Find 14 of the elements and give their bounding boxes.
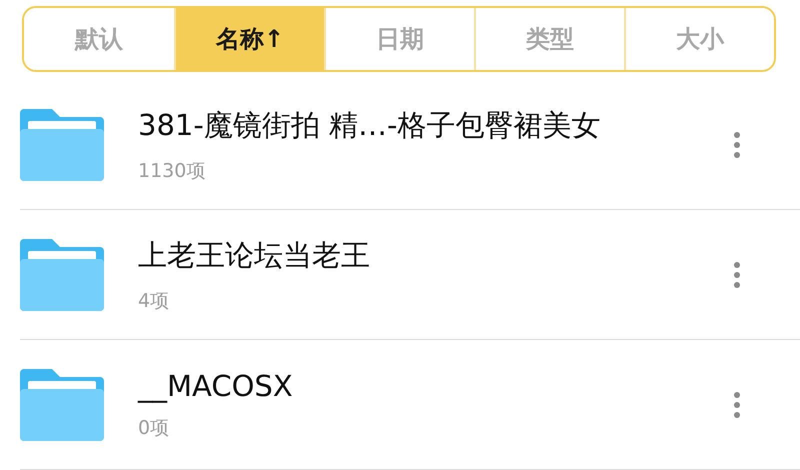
item-count: 1130项 (138, 158, 206, 184)
folder-icon (20, 108, 104, 180)
folder-name: 上老王论坛当老王 (138, 236, 371, 274)
more-icon[interactable] (733, 260, 741, 288)
folder-name: __MACOSX (138, 368, 294, 402)
sort-tab[interactable]: 大小 (624, 8, 774, 70)
more-icon[interactable] (733, 390, 741, 418)
item-count: 0项 (138, 416, 170, 440)
folder-icon (20, 238, 104, 310)
item-count: 4项 (138, 288, 170, 314)
sort-tab[interactable]: 名称↑ (174, 8, 324, 70)
folder-icon (20, 368, 104, 440)
more-icon[interactable] (733, 130, 741, 158)
folder-name: 381-魔镜街拍 精…-格子包臀裙美女 (138, 106, 602, 144)
